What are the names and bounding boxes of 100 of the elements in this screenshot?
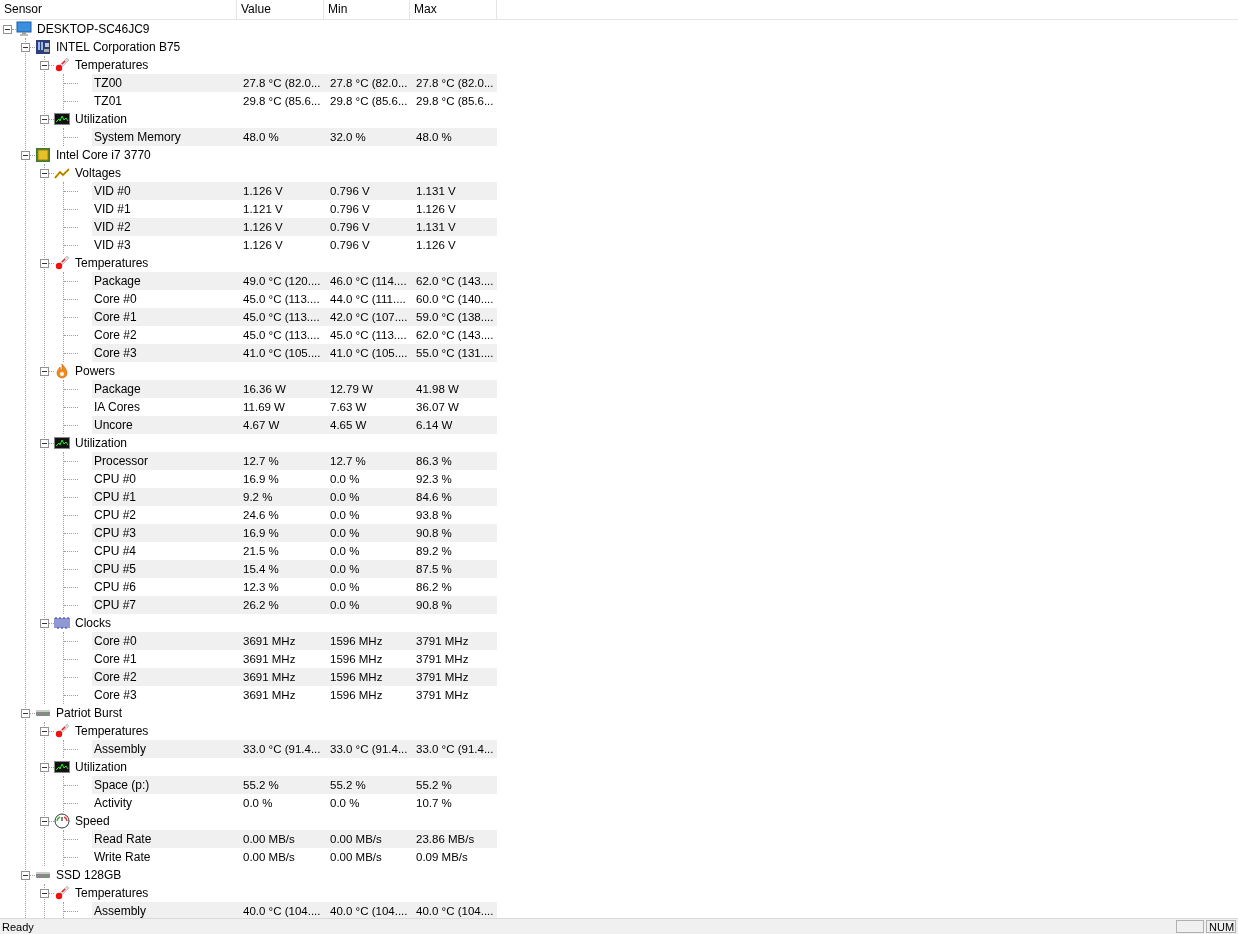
sensor-row[interactable]: Read Rate 0.00 MB/s 0.00 MB/s 23.86 MB/s <box>92 830 497 848</box>
tree-item[interactable]: Temperatures <box>75 886 149 900</box>
max-cell-text: 1.131 V <box>415 185 457 197</box>
tree-item[interactable]: Utilization <box>75 112 128 126</box>
sensor-row[interactable]: TZ01 29.8 °C (85.6... 29.8 °C (85.6... 29.8 °C (85.6... <box>92 92 497 110</box>
min-cell-text: 0.0 % <box>329 509 361 521</box>
sensor-row[interactable]: IA Cores 11.69 W 7.63 W 36.07 W <box>92 398 497 416</box>
tree-item[interactable]: Speed <box>75 814 110 828</box>
max-cell-text: 86.2 % <box>415 581 453 593</box>
gauge-icon <box>54 813 70 829</box>
sensor-row[interactable]: Processor 12.7 % 12.7 % 86.3 % <box>92 452 497 470</box>
sensor-row[interactable]: Activity 0.0 % 0.0 % 10.7 % <box>92 794 497 812</box>
sensor-name: Write Rate <box>93 850 152 864</box>
sensor-row[interactable]: VID #0 1.126 V 0.796 V 1.131 V <box>92 182 497 200</box>
tree-item[interactable]: Temperatures <box>75 724 149 738</box>
collapse-toggle[interactable] <box>40 114 49 124</box>
sensor-row[interactable]: Write Rate 0.00 MB/s 0.00 MB/s 0.09 MB/s <box>92 848 497 866</box>
sensor-name: Core #0 <box>93 634 138 648</box>
sensor-row[interactable]: VID #3 1.126 V 0.796 V 1.126 V <box>92 236 497 254</box>
sensor-row[interactable]: CPU #4 21.5 % 0.0 % 89.2 % <box>92 542 497 560</box>
sensor-row[interactable]: CPU #2 24.6 % 0.0 % 93.8 % <box>92 506 497 524</box>
chip-icon <box>35 147 51 163</box>
collapse-toggle[interactable] <box>40 366 49 376</box>
sensor-row[interactable]: VID #1 1.121 V 0.796 V 1.126 V <box>92 200 497 218</box>
max-cell-text: 1.131 V <box>415 221 457 233</box>
collapse-toggle[interactable] <box>21 42 30 52</box>
max-cell-text: 10.7 % <box>415 797 453 809</box>
tree-item[interactable]: Temperatures <box>75 58 149 72</box>
sensor-row[interactable]: Core #3 3691 MHz 1596 MHz 3791 MHz <box>92 686 497 704</box>
collapse-toggle[interactable] <box>40 258 49 268</box>
tree-item[interactable]: Intel Core i7 3770 <box>56 148 151 162</box>
tree-item[interactable]: Utilization <box>75 436 128 450</box>
min-cell-text: 1596 MHz <box>329 689 384 701</box>
column-header[interactable]: Sensor <box>0 0 237 19</box>
column-header[interactable]: Value <box>237 0 324 19</box>
collapse-toggle[interactable] <box>40 438 49 448</box>
value-cell-text: 0.00 MB/s <box>242 851 296 863</box>
min-cell-text: 1596 MHz <box>329 635 384 647</box>
max-cell-text: 59.0 °C (138.... <box>415 311 495 323</box>
min-cell-text: 1596 MHz <box>329 671 384 683</box>
min-cell-text: 40.0 °C (104.... <box>329 905 409 917</box>
tree-item[interactable]: Temperatures <box>75 256 149 270</box>
sensor-row[interactable]: CPU #0 16.9 % 0.0 % 92.3 % <box>92 470 497 488</box>
min-cell-text: 41.0 °C (105.... <box>329 347 409 359</box>
sensor-row[interactable]: Core #2 3691 MHz 1596 MHz 3791 MHz <box>92 668 497 686</box>
square-wave-icon <box>54 615 70 631</box>
collapse-toggle[interactable] <box>21 150 30 160</box>
max-cell-text: 84.6 % <box>415 491 453 503</box>
collapse-toggle[interactable] <box>21 708 30 718</box>
sensor-row[interactable]: Core #0 45.0 °C (113.... 44.0 °C (111.... 60.0 °C (140.... <box>92 290 497 308</box>
sensor-row[interactable]: CPU #7 26.2 % 0.0 % 90.8 % <box>92 596 497 614</box>
tree-item[interactable]: Utilization <box>75 760 128 774</box>
max-cell-text: 3791 MHz <box>415 635 470 647</box>
sensor-row[interactable]: Assembly 40.0 °C (104.... 40.0 °C (104.... 40.0 °C (104.... <box>92 902 497 918</box>
sensor-row[interactable]: Core #1 3691 MHz 1596 MHz 3791 MHz <box>92 650 497 668</box>
value-cell-text: 3691 MHz <box>242 635 297 647</box>
sensor-row[interactable]: Package 16.36 W 12.79 W 41.98 W <box>92 380 497 398</box>
column-header[interactable]: Min <box>324 0 410 19</box>
sensor-row[interactable]: Uncore 4.67 W 4.65 W 6.14 W <box>92 416 497 434</box>
collapse-toggle[interactable] <box>3 24 12 34</box>
sensor-row[interactable]: CPU #6 12.3 % 0.0 % 86.2 % <box>92 578 497 596</box>
tree-item[interactable]: Voltages <box>75 166 122 180</box>
sensor-name: IA Cores <box>93 400 142 414</box>
collapse-toggle[interactable] <box>40 60 49 70</box>
sensor-row[interactable]: Assembly 33.0 °C (91.4... 33.0 °C (91.4... 33.0 °C (91.4... <box>92 740 497 758</box>
sensor-row[interactable]: Package 49.0 °C (120.... 46.0 °C (114.... 62.0 °C (143.... <box>92 272 497 290</box>
collapse-toggle[interactable] <box>40 888 49 898</box>
max-cell-text: 33.0 °C (91.4... <box>415 743 495 755</box>
collapse-toggle[interactable] <box>40 726 49 736</box>
sensor-row[interactable]: TZ00 27.8 °C (82.0... 27.8 °C (82.0... 27.8 °C (82.0... <box>92 74 497 92</box>
collapse-toggle[interactable] <box>40 762 49 772</box>
sensor-row[interactable]: VID #2 1.126 V 0.796 V 1.131 V <box>92 218 497 236</box>
sensor-row[interactable]: Space (p:) 55.2 % 55.2 % 55.2 % <box>92 776 497 794</box>
sensor-row[interactable]: Core #0 3691 MHz 1596 MHz 3791 MHz <box>92 632 497 650</box>
sensor-row[interactable]: CPU #5 15.4 % 0.0 % 87.5 % <box>92 560 497 578</box>
sensor-row[interactable]: System Memory 48.0 % 32.0 % 48.0 % <box>92 128 497 146</box>
tree-item[interactable]: Clocks <box>75 616 111 630</box>
tree-item[interactable]: DESKTOP-SC46JC9 <box>37 22 150 36</box>
sensor-row[interactable]: CPU #1 9.2 % 0.0 % 84.6 % <box>92 488 497 506</box>
sensor-row[interactable]: Core #1 45.0 °C (113.... 42.0 °C (107.... 59.0 °C (138.... <box>92 308 497 326</box>
collapse-toggle[interactable] <box>40 816 49 826</box>
sensor-row[interactable]: Core #3 41.0 °C (105.... 41.0 °C (105.... 55.0 °C (131.... <box>92 344 497 362</box>
min-cell-text: 33.0 °C (91.4... <box>329 743 409 755</box>
tree-item[interactable]: Powers <box>75 364 115 378</box>
status-panel <box>1176 920 1204 933</box>
collapse-toggle[interactable] <box>21 870 30 880</box>
column-header[interactable]: Max <box>410 0 497 19</box>
min-cell-text: 0.00 MB/s <box>329 851 383 863</box>
sensor-row[interactable]: CPU #3 16.9 % 0.0 % 90.8 % <box>92 524 497 542</box>
max-cell-text: 93.8 % <box>415 509 453 521</box>
tree-item[interactable]: SSD 128GB <box>56 868 122 882</box>
value-cell-text: 29.8 °C (85.6... <box>242 95 322 107</box>
min-cell-text: 0.796 V <box>329 239 371 251</box>
tree-item[interactable]: INTEL Corporation B75 <box>56 40 181 54</box>
collapse-toggle[interactable] <box>40 168 49 178</box>
collapse-toggle[interactable] <box>40 618 49 628</box>
max-cell-text: 41.98 W <box>415 383 460 395</box>
sensor-row[interactable]: Core #2 45.0 °C (113.... 45.0 °C (113.... 62.0 °C (143.... <box>92 326 497 344</box>
tree-item[interactable]: Patriot Burst <box>56 706 123 720</box>
min-cell-text: 0.0 % <box>329 545 361 557</box>
